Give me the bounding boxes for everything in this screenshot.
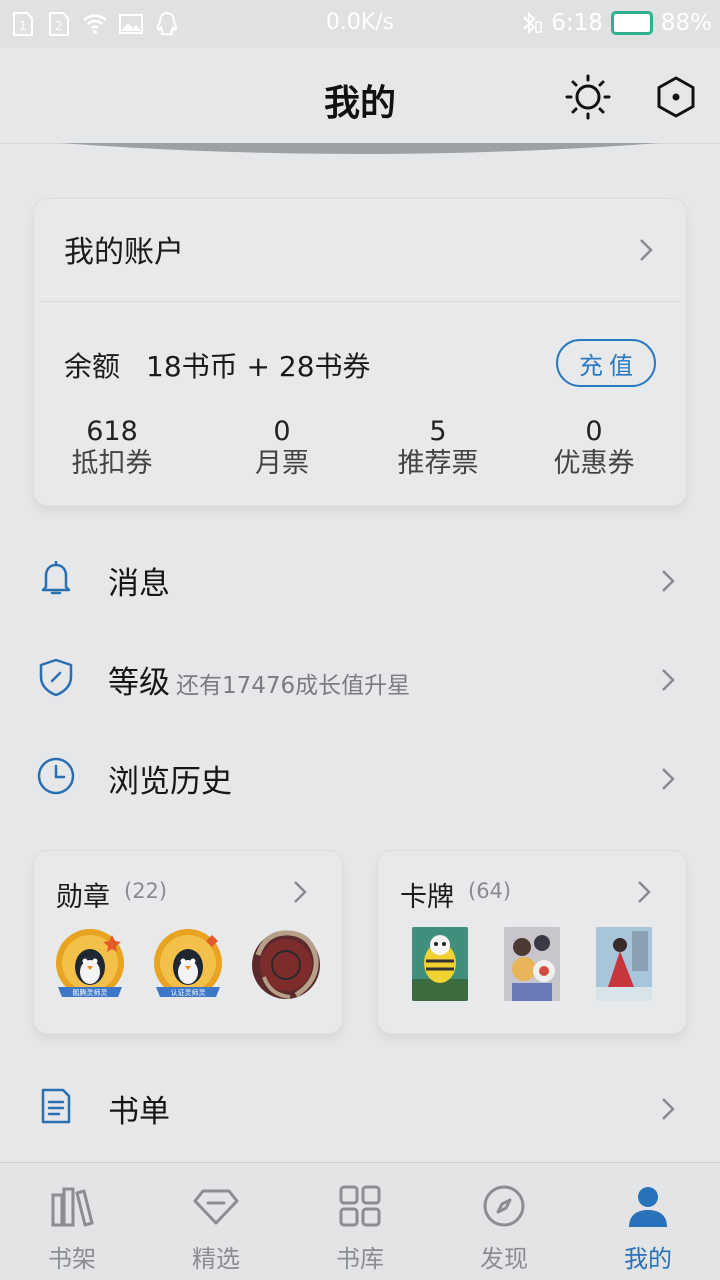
nav-tab-discover[interactable]: 发现 [454,1181,554,1274]
account-title: 我的账户 [64,235,184,270]
header: 我的 [0,48,720,144]
cards-title: 卡牌 [400,882,454,913]
nav-label: 书架 [48,1245,96,1273]
cards-panel[interactable]: 卡牌 (64) [377,850,687,1034]
bell-icon [36,558,76,598]
recharge-button[interactable]: 充值 [556,339,656,387]
penguin-card-thumb[interactable] [412,927,468,1001]
menu-label: 消息 [108,566,170,602]
stat-label: 优惠券 [553,448,635,479]
medals-count: (22) [124,879,168,903]
stat-value: 0 [585,416,603,447]
chevron-right-icon [638,237,654,263]
compass-icon [479,1181,529,1231]
cards-count: (64) [468,879,512,903]
stat-value: 5 [429,416,447,447]
sun-icon [565,74,611,120]
account-stats: 618 抵扣券 0 月票 5 推荐票 0 优惠券 [34,417,688,487]
stat-label: 月票 [255,448,309,479]
document-icon [36,1086,76,1126]
stat-label: 抵扣券 [71,448,153,479]
nav-tab-bookshelf[interactable]: 书架 [22,1181,122,1274]
chevron-right-icon [636,879,652,905]
grid-icon [335,1181,385,1231]
chevron-right-icon [292,879,308,905]
clock-icon [36,756,76,796]
svg-text:认证灵师灵: 认证灵师灵 [171,988,206,997]
account-header-row[interactable]: 我的账户 [34,199,688,299]
nav-label: 发现 [480,1245,528,1273]
bluetooth-icon [523,11,542,35]
medals-panel[interactable]: 勋章 (22) 鹅腾灵师灵 认证灵师灵 [33,850,343,1034]
header-shadow-curve [60,143,660,154]
status-bar: 1 2 0.0K/s 6:18 88% [0,0,720,48]
battery-percent: 88% [660,10,712,36]
svg-text:鹅腾灵师灵: 鹅腾灵师灵 [73,988,108,997]
nav-label: 我的 [624,1245,672,1273]
bottom-nav: 书架 精选 书库 发现 我的 [0,1162,720,1280]
hexagon-settings-icon [657,76,695,118]
battery-icon [610,11,653,35]
stat-monthly-ticket[interactable]: 0 月票 [202,417,362,481]
clock-time: 6:18 [551,10,603,36]
shield-icon [36,657,76,697]
medals-title: 勋章 [56,882,110,913]
menu-label: 浏览历史 [108,764,232,800]
nav-label: 精选 [192,1245,240,1273]
anime-group-card-thumb[interactable] [504,927,560,1001]
nav-label: 书库 [336,1245,384,1273]
stat-value: 618 [86,416,138,447]
nav-tab-library[interactable]: 书库 [310,1181,410,1274]
menu-label: 书单 [108,1094,170,1130]
chevron-right-icon [660,568,676,594]
menu-label: 等级 [108,665,170,701]
menu-item-level[interactable]: 等级 还有17476成长值升星 [0,633,720,723]
stat-value: 0 [273,416,291,447]
nav-tab-featured[interactable]: 精选 [166,1181,266,1274]
stat-label: 推荐票 [397,448,479,479]
stat-discount-coupon[interactable]: 0 优惠券 [514,417,674,481]
penguin-medal-icon[interactable]: 认证灵师灵 [148,925,228,1005]
nav-tab-mine[interactable]: 我的 [598,1181,698,1274]
red-dress-card-thumb[interactable] [596,927,652,1001]
theme-toggle-button[interactable] [563,72,613,122]
chevron-right-icon [660,1096,676,1122]
menu-item-history[interactable]: 浏览历史 [0,732,720,822]
penguin-medal-icon[interactable]: 鹅腾灵师灵 [50,925,130,1005]
stat-deduction-coupon[interactable]: 618 抵扣券 [32,417,192,481]
bookshelf-icon [47,1181,97,1231]
chevron-right-icon [660,766,676,792]
diamond-icon [191,1181,241,1231]
balance-label: 余额 [64,350,121,383]
account-card: 我的账户 余额 18书币 + 28书券 充值 618 抵扣券 0 月票 5 推荐… [33,198,687,506]
dragon-seal-icon[interactable] [246,925,326,1005]
menu-item-booklist[interactable]: 书单 [0,1062,720,1152]
balance-value: 18书币 + 28书券 [146,350,371,383]
level-progress-text: 还有17476成长值升星 [176,673,411,699]
chevron-right-icon [660,667,676,693]
person-icon [623,1181,673,1231]
menu-item-messages[interactable]: 消息 [0,534,720,624]
stat-recommend-ticket[interactable]: 5 推荐票 [358,417,518,481]
settings-button[interactable] [651,72,701,122]
divider [39,301,681,302]
